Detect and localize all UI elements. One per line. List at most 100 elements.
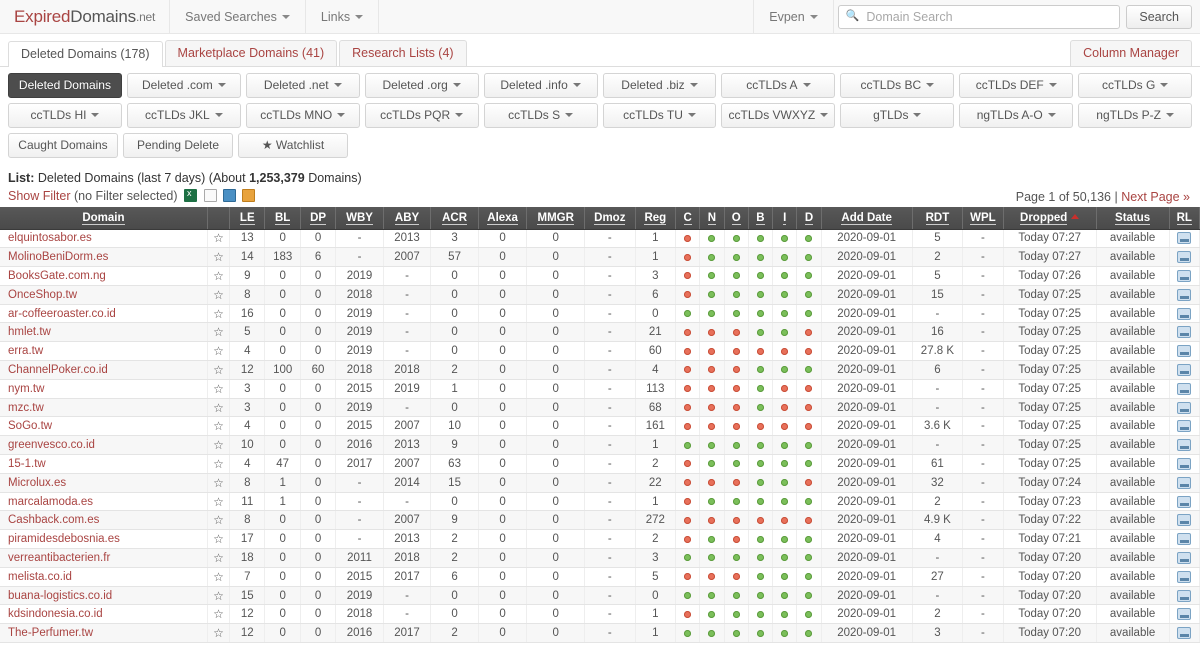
domain-link[interactable]: ChannelPoker.co.id — [8, 364, 108, 376]
add-to-research-list-icon[interactable] — [1177, 269, 1192, 282]
domain-link[interactable]: OnceShop.tw — [8, 289, 77, 301]
column-manager-button[interactable]: Column Manager — [1070, 40, 1192, 66]
tld-button-cctlds-s[interactable]: ccTLDs S — [483, 103, 598, 128]
tld-button-cctlds-jkl[interactable]: ccTLDs JKL — [126, 103, 241, 128]
watchlist-star-icon[interactable]: ☆ — [207, 604, 231, 625]
tld-button-deleted-info[interactable]: Deleted .info — [483, 73, 598, 98]
add-to-research-list-icon[interactable] — [1177, 363, 1192, 376]
add-to-research-list-icon[interactable] — [1177, 439, 1192, 452]
button-caught-domains[interactable]: Caught Domains — [8, 133, 118, 158]
domain-link[interactable]: nym.tw — [8, 383, 44, 395]
add-to-research-list-icon[interactable] — [1177, 589, 1192, 602]
tld-button-gtlds[interactable]: gTLDs — [840, 103, 955, 128]
nav-item-saved-searches[interactable]: Saved Searches — [170, 0, 306, 33]
domain-link[interactable]: verreantibacterien.fr — [8, 552, 110, 564]
button-pending-delete[interactable]: Pending Delete — [123, 133, 233, 158]
watchlist-star-icon[interactable]: ☆ — [207, 398, 231, 418]
domain-link[interactable]: elquintosabor.es — [8, 232, 92, 244]
tab-deleted-domains[interactable]: Deleted Domains (178) — [8, 41, 163, 67]
domain-link[interactable]: Microlux.es — [8, 477, 66, 489]
domain-link[interactable]: kdsindonesia.co.id — [8, 608, 103, 620]
domain-link[interactable]: erra.tw — [8, 345, 43, 357]
column-header-add-date[interactable]: Add Date — [821, 207, 913, 230]
domain-link[interactable]: MolinoBeniDorm.es — [8, 251, 108, 263]
add-to-research-list-icon[interactable] — [1177, 232, 1192, 245]
watchlist-star-icon[interactable]: ☆ — [207, 548, 231, 568]
column-header-acr[interactable]: ACR — [430, 207, 479, 230]
watchlist-star-icon[interactable]: ☆ — [207, 285, 231, 305]
domain-link[interactable]: buana-logistics.co.id — [8, 590, 112, 602]
show-filter-link[interactable]: Show Filter — [8, 189, 71, 203]
column-header-o[interactable]: O — [724, 207, 749, 230]
search-input[interactable] — [864, 5, 1120, 28]
add-to-research-list-icon[interactable] — [1177, 514, 1192, 527]
column-header-i[interactable]: I — [772, 207, 798, 230]
tld-button-ngtlds-a-o[interactable]: ngTLDs A-O — [959, 103, 1074, 128]
watchlist-star-icon[interactable]: ☆ — [207, 229, 231, 249]
watchlist-star-icon[interactable]: ☆ — [207, 586, 231, 606]
domain-link[interactable]: greenvesco.co.id — [8, 439, 95, 451]
watchlist-star-icon[interactable]: ☆ — [207, 435, 231, 456]
tab-research-lists[interactable]: Research Lists (4) — [339, 40, 467, 66]
add-to-research-list-icon[interactable] — [1177, 495, 1192, 508]
add-to-research-list-icon[interactable] — [1177, 533, 1192, 546]
add-to-research-list-icon[interactable] — [1177, 627, 1192, 640]
button-watchlist[interactable]: ★ Watchlist — [238, 133, 348, 158]
column-header-aby[interactable]: ABY — [383, 207, 432, 230]
watchlist-star-icon[interactable]: ☆ — [207, 341, 231, 362]
add-to-research-list-icon[interactable] — [1177, 420, 1192, 433]
column-header-rdt[interactable]: RDT — [912, 207, 964, 230]
tld-button-cctlds-bc[interactable]: ccTLDs BC — [840, 73, 955, 98]
tld-button-cctlds-a[interactable]: ccTLDs A — [721, 73, 836, 98]
watchlist-star-icon[interactable]: ☆ — [207, 322, 231, 343]
column-header-le[interactable]: LE — [229, 207, 266, 230]
add-to-research-list-icon[interactable] — [1177, 307, 1192, 320]
watchlist-star-icon[interactable]: ☆ — [207, 529, 231, 550]
tld-button-deleted-com[interactable]: Deleted .com — [126, 73, 241, 98]
next-page-link[interactable]: Next Page » — [1121, 190, 1190, 204]
domain-link[interactable]: SoGo.tw — [8, 420, 52, 432]
tab-marketplace-domains[interactable]: Marketplace Domains (41) — [164, 40, 338, 66]
tld-button-cctlds-tu[interactable]: ccTLDs TU — [602, 103, 717, 128]
add-to-research-list-icon[interactable] — [1177, 570, 1192, 583]
column-header-dropped[interactable]: Dropped — [1003, 207, 1097, 230]
column-header-reg[interactable]: Reg — [635, 207, 677, 230]
column-header-wby[interactable]: WBY — [335, 207, 384, 230]
tld-button-cctlds-mno[interactable]: ccTLDs MNO — [245, 103, 360, 128]
domain-link[interactable]: Cashback.com.es — [8, 514, 99, 526]
add-to-research-list-icon[interactable] — [1177, 476, 1192, 489]
column-header-mmgr[interactable]: MMGR — [526, 207, 586, 230]
add-to-research-list-icon[interactable] — [1177, 401, 1192, 414]
watchlist-star-icon[interactable]: ☆ — [207, 379, 231, 399]
watchlist-star-icon[interactable]: ☆ — [207, 454, 231, 474]
add-to-research-list-icon[interactable] — [1177, 251, 1192, 264]
add-to-research-list-icon[interactable] — [1177, 457, 1192, 470]
tld-button-deleted-org[interactable]: Deleted .org — [364, 73, 479, 98]
watchlist-star-icon[interactable]: ☆ — [207, 266, 231, 286]
add-to-research-list-icon[interactable] — [1177, 608, 1192, 621]
domain-link[interactable]: ar-coffeeroaster.co.id — [8, 308, 116, 320]
column-header-alexa[interactable]: Alexa — [478, 207, 528, 230]
domain-link[interactable]: marcalamoda.es — [8, 496, 93, 508]
nav-item-user-menu[interactable]: Evpen — [753, 0, 832, 33]
add-to-research-list-icon[interactable] — [1177, 288, 1192, 301]
column-header-n[interactable]: N — [699, 207, 725, 230]
column-header-b[interactable]: B — [748, 207, 774, 230]
tld-button-deleted-biz[interactable]: Deleted .biz — [602, 73, 717, 98]
domain-link[interactable]: 15-1.tw — [8, 458, 46, 470]
search-button[interactable]: Search — [1126, 4, 1192, 29]
add-to-research-list-icon[interactable] — [1177, 345, 1192, 358]
domain-link[interactable]: hmlet.tw — [8, 326, 51, 338]
watchlist-star-icon[interactable]: ☆ — [207, 416, 231, 437]
watchlist-star-icon[interactable]: ☆ — [207, 360, 231, 380]
watchlist-star-icon[interactable]: ☆ — [207, 492, 231, 512]
tld-button-cctlds-g[interactable]: ccTLDs G — [1078, 73, 1193, 98]
domain-link[interactable]: mzc.tw — [8, 402, 44, 414]
domain-link[interactable]: The-Perfumer.tw — [8, 627, 93, 639]
search-box[interactable]: 🔍 — [837, 4, 1121, 29]
nav-item-links[interactable]: Links — [306, 0, 380, 33]
column-header-status[interactable]: Status — [1096, 207, 1170, 230]
tld-button-cctlds-def[interactable]: ccTLDs DEF — [959, 73, 1074, 98]
tld-button-deleted-net[interactable]: Deleted .net — [245, 73, 360, 98]
watchlist-star-icon[interactable]: ☆ — [207, 473, 231, 493]
